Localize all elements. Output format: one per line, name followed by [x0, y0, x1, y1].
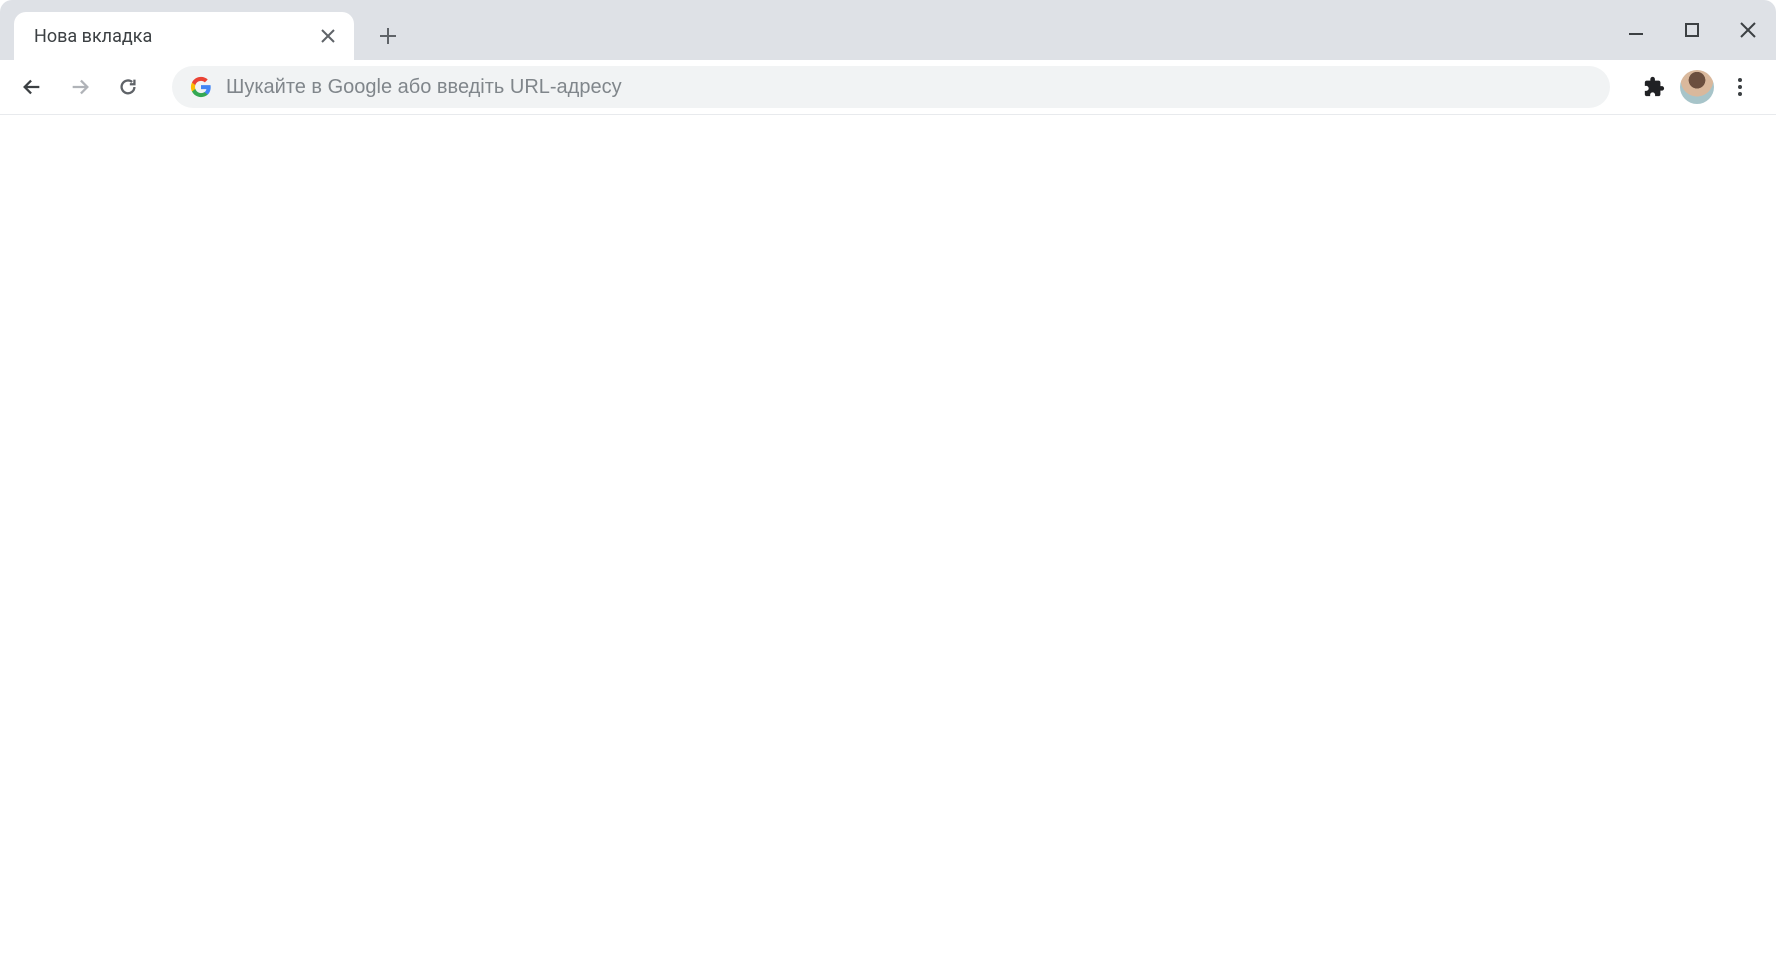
tab-strip: Нова вкладка: [0, 0, 1776, 60]
plus-icon: [379, 27, 397, 45]
menu-button[interactable]: [1720, 67, 1760, 107]
close-icon: [1739, 21, 1757, 39]
omnibox[interactable]: [172, 66, 1610, 108]
back-button[interactable]: [10, 65, 54, 109]
forward-button: [58, 65, 102, 109]
dots-vertical-icon: [1730, 77, 1750, 97]
close-window-button[interactable]: [1720, 0, 1776, 60]
toolbar: [0, 60, 1776, 115]
profile-avatar[interactable]: [1680, 70, 1714, 104]
puzzle-icon: [1643, 76, 1665, 98]
tab-active[interactable]: Нова вкладка: [14, 12, 354, 60]
extensions-button[interactable]: [1634, 67, 1674, 107]
close-tab-button[interactable]: [316, 24, 340, 48]
maximize-icon: [1684, 22, 1700, 38]
reload-icon: [117, 76, 139, 98]
new-tab-button[interactable]: [368, 16, 408, 56]
maximize-button[interactable]: [1664, 0, 1720, 60]
toolbar-right: [1634, 67, 1760, 107]
arrow-left-icon: [21, 76, 43, 98]
tab-title: Нова вкладка: [34, 26, 316, 47]
address-input[interactable]: [226, 76, 1592, 99]
reload-button[interactable]: [106, 65, 150, 109]
minimize-icon: [1627, 21, 1645, 39]
window-controls: [1608, 0, 1776, 60]
close-icon: [321, 29, 335, 43]
google-icon: [190, 76, 212, 98]
arrow-right-icon: [69, 76, 91, 98]
minimize-button[interactable]: [1608, 0, 1664, 60]
